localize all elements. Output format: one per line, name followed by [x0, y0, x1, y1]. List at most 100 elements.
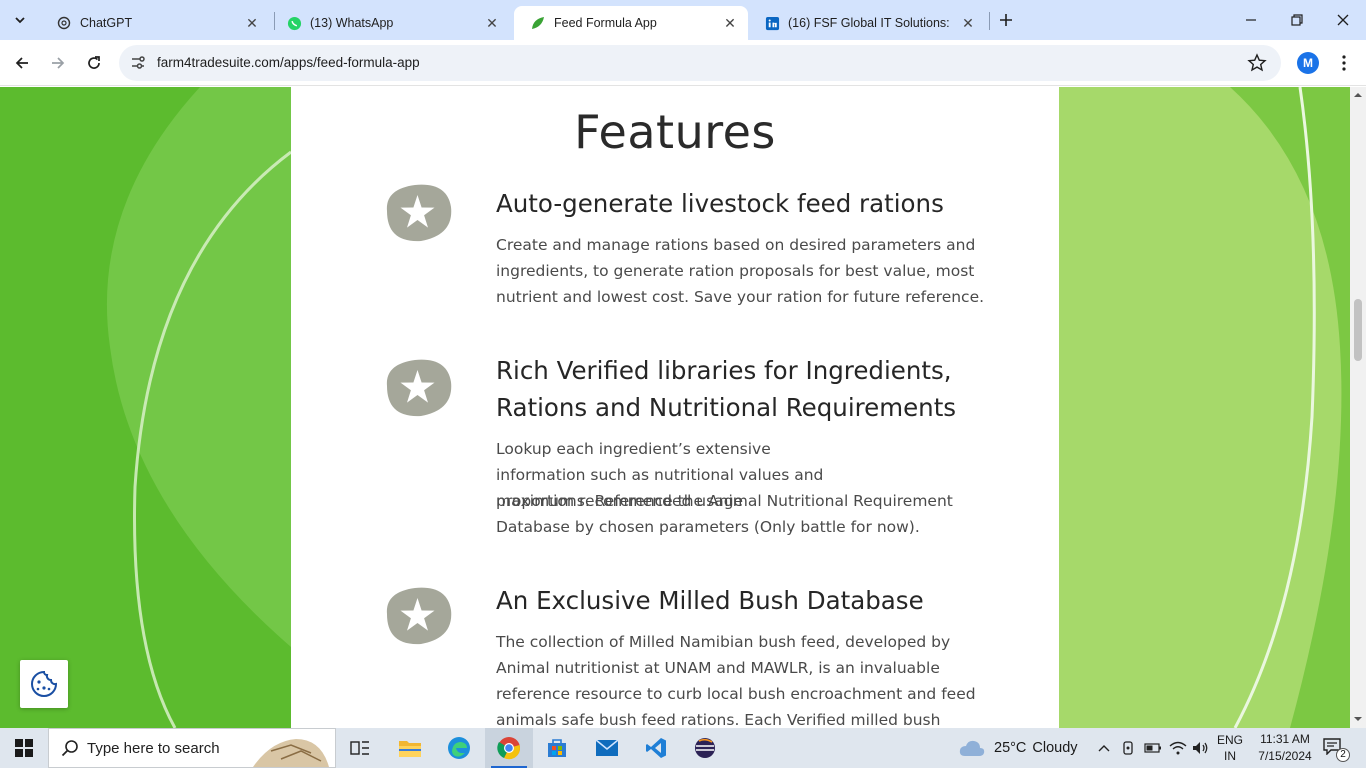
feature-description: Create and manage rations based on desir…: [496, 236, 985, 306]
mail-app-button[interactable]: [583, 728, 631, 768]
close-icon[interactable]: ✕: [244, 15, 260, 31]
search-placeholder: Type here to search: [87, 739, 220, 757]
plus-icon: [1000, 14, 1012, 26]
search-highlight-illustration: [253, 739, 329, 767]
microsoft-store-button[interactable]: [533, 728, 581, 768]
clock-time: 11:31 AM: [1260, 732, 1310, 746]
page-scrollbar[interactable]: [1350, 87, 1366, 728]
star-icon: [381, 586, 454, 646]
tab-title: (16) FSF Global IT Solutions: My: [788, 16, 954, 30]
leaf-icon: [530, 15, 546, 31]
linkedin-icon: [764, 15, 780, 31]
taskbar-search-box[interactable]: Type here to search: [48, 728, 336, 768]
scroll-up-arrow-icon[interactable]: [1354, 91, 1362, 99]
wifi-icon[interactable]: [1168, 738, 1188, 758]
close-icon[interactable]: ✕: [722, 15, 738, 31]
tab-linkedin[interactable]: (16) FSF Global IT Solutions: My ✕: [748, 6, 986, 40]
task-view-button[interactable]: [336, 728, 384, 768]
url-text[interactable]: farm4tradesuite.com/apps/feed-formula-ap…: [157, 55, 420, 70]
start-button[interactable]: [0, 728, 48, 768]
tab-search-button[interactable]: [6, 6, 34, 34]
chrome-icon: [497, 737, 520, 760]
tab-feed-formula-app[interactable]: Feed Formula App ✕: [514, 6, 748, 40]
tab-chatgpt[interactable]: ChatGPT ✕: [40, 6, 270, 40]
bookmark-star-icon[interactable]: [1247, 53, 1267, 73]
reload-button[interactable]: [80, 49, 108, 77]
cookie-settings-button[interactable]: [20, 660, 68, 708]
input-language-indicator[interactable]: ENG IN: [1216, 732, 1244, 764]
feature-title: An Exclusive Milled Bush Database: [496, 586, 924, 615]
windows-taskbar: Type here to search 25°C Cloudy ENG IN 1…: [0, 728, 1366, 768]
cloud-icon: [959, 740, 985, 756]
task-view-icon: [350, 741, 369, 755]
eclipse-ide-button[interactable]: [681, 728, 729, 768]
tab-title: (13) WhatsApp: [310, 16, 394, 30]
chevron-down-icon: [15, 17, 25, 24]
feature-title: Rich Verified libraries for Ingredients,…: [496, 356, 957, 422]
system-clock[interactable]: 11:31 AM 7/15/2024: [1253, 731, 1317, 765]
search-icon: [61, 740, 78, 757]
restore-icon: [1291, 14, 1303, 26]
minimize-icon: [1246, 19, 1256, 21]
browser-toolbar: farm4tradesuite.com/apps/feed-formula-ap…: [0, 40, 1366, 86]
restore-button[interactable]: [1274, 0, 1320, 40]
close-icon[interactable]: ✕: [484, 15, 500, 31]
edge-icon: [448, 737, 470, 759]
forward-button[interactable]: [44, 49, 72, 77]
arrow-left-icon: [15, 57, 28, 69]
close-icon[interactable]: ✕: [960, 15, 976, 31]
vscode-icon: [646, 738, 666, 758]
reload-icon: [88, 56, 100, 69]
notification-count-badge: 2: [1336, 748, 1350, 762]
feature-description-line: proportions. Reference the Animal Nutrit…: [496, 492, 953, 536]
chevron-up-icon: [1098, 745, 1110, 752]
arrow-right-icon: [52, 57, 65, 69]
weather-condition: Cloudy: [1032, 740, 1078, 756]
scrollbar-thumb[interactable]: [1354, 299, 1362, 361]
page-viewport: Features Auto-generate livestock feed ra…: [0, 87, 1366, 728]
tab-title: Feed Formula App: [554, 16, 657, 30]
back-button[interactable]: [8, 49, 36, 77]
scroll-down-arrow-icon[interactable]: [1354, 715, 1362, 723]
meet-now-icon[interactable]: [1119, 738, 1139, 758]
battery-icon[interactable]: [1143, 738, 1163, 758]
star-icon: [381, 183, 454, 243]
features-section: Features Auto-generate livestock feed ra…: [291, 87, 1059, 728]
cookie-icon: [31, 670, 58, 697]
browser-menu-button[interactable]: [1334, 52, 1354, 74]
windows-logo-icon: [15, 739, 33, 757]
eclipse-icon: [695, 738, 715, 758]
browser-tab-strip: ChatGPT ✕ (13) WhatsApp ✕ Feed Formula A…: [0, 0, 1366, 40]
minimize-button[interactable]: [1228, 0, 1274, 40]
profile-avatar[interactable]: M: [1297, 52, 1319, 74]
language-code: ENG: [1216, 733, 1243, 747]
section-title: Features: [574, 105, 776, 159]
close-icon: [1337, 14, 1349, 26]
whatsapp-icon: [286, 15, 302, 31]
star-icon: [381, 358, 454, 418]
address-bar[interactable]: farm4tradesuite.com/apps/feed-formula-ap…: [119, 45, 1281, 81]
tab-title: ChatGPT: [80, 16, 133, 30]
edge-browser-button[interactable]: [435, 728, 483, 768]
feature-title: Auto-generate livestock feed rations: [496, 189, 944, 218]
close-window-button[interactable]: [1320, 0, 1366, 40]
clock-date: 7/15/2024: [1258, 749, 1312, 763]
mail-icon: [595, 739, 619, 756]
site-settings-icon[interactable]: [129, 54, 147, 72]
file-explorer-button[interactable]: [386, 728, 434, 768]
feature-description: The collection of Milled Namibian bush f…: [496, 633, 976, 728]
chrome-browser-button[interactable]: [485, 728, 533, 768]
weather-temperature: 25°C: [994, 740, 1027, 756]
store-icon: [548, 739, 566, 757]
region-code: IN: [1224, 749, 1236, 763]
weather-widget[interactable]: 25°C Cloudy: [958, 728, 1078, 768]
tab-divider: [989, 12, 990, 30]
tab-whatsapp[interactable]: (13) WhatsApp ✕: [270, 6, 510, 40]
chatgpt-icon: [56, 15, 72, 31]
new-tab-button[interactable]: [994, 8, 1018, 32]
show-hidden-icons-button[interactable]: [1094, 738, 1114, 758]
volume-icon[interactable]: [1191, 738, 1211, 758]
kebab-menu-icon: [1342, 55, 1346, 71]
folder-icon: [399, 741, 421, 757]
vscode-button[interactable]: [632, 728, 680, 768]
